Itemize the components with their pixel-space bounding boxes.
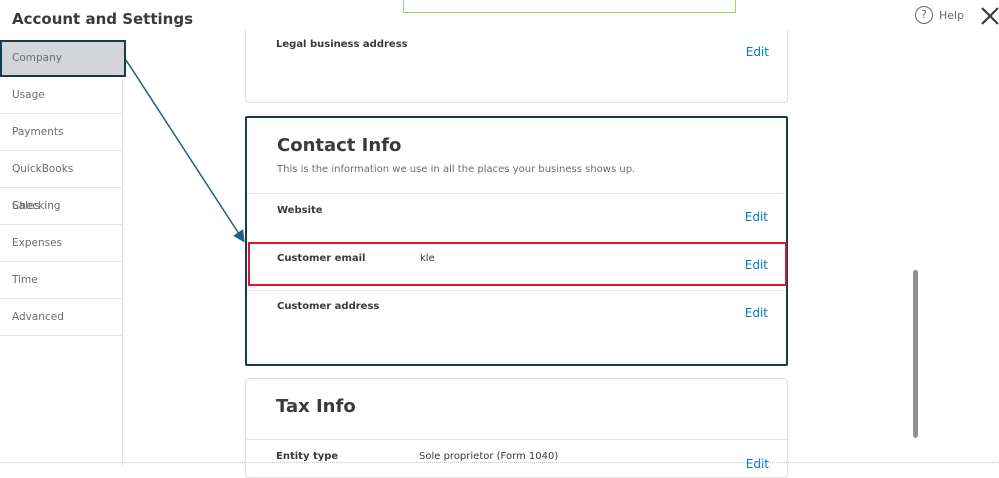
entity-type-label: Entity type bbox=[276, 450, 339, 462]
divider bbox=[246, 439, 787, 440]
legal-address-label: Legal business address bbox=[276, 38, 408, 50]
sidebar-item-quickbooks-checking[interactable]: QuickBooks Checking bbox=[0, 151, 122, 212]
divider bbox=[247, 290, 786, 291]
divider bbox=[247, 193, 786, 194]
contact-info-description: This is the information we use in all th… bbox=[277, 164, 636, 175]
contact-info-title: Contact Info bbox=[277, 135, 402, 156]
customer-address-edit-link[interactable]: Edit bbox=[745, 306, 768, 320]
customer-email-label: Customer email bbox=[277, 252, 366, 264]
entity-type-value: Sole proprietor (Form 1040) bbox=[419, 450, 559, 462]
page-title: Account and Settings bbox=[12, 10, 194, 28]
close-icon[interactable] bbox=[979, 5, 999, 27]
settings-sidebar: Company Usage Payments QuickBooks Checki… bbox=[0, 40, 126, 466]
sidebar-item-sales[interactable]: Sales bbox=[0, 188, 122, 225]
contact-info-card: Contact Info This is the information we … bbox=[245, 116, 788, 366]
website-edit-link[interactable]: Edit bbox=[745, 210, 768, 224]
sidebar-item-company[interactable]: Company bbox=[0, 40, 126, 77]
search-field[interactable] bbox=[403, 0, 736, 13]
tax-info-title: Tax Info bbox=[276, 396, 356, 417]
customer-address-label: Customer address bbox=[277, 300, 380, 312]
sidebar-item-advanced[interactable]: Advanced bbox=[0, 299, 122, 336]
help-label: Help bbox=[939, 8, 965, 22]
scrollbar-thumb[interactable] bbox=[913, 270, 918, 438]
help-button[interactable]: ? Help bbox=[915, 6, 964, 24]
sidebar-item-payments[interactable]: Payments bbox=[0, 114, 122, 151]
customer-email-value: kle bbox=[420, 252, 435, 264]
bottom-edge bbox=[0, 462, 999, 464]
sidebar-item-usage[interactable]: Usage bbox=[0, 77, 122, 114]
sidebar-item-expenses[interactable]: Expenses bbox=[0, 225, 122, 262]
question-circle-icon: ? bbox=[915, 6, 933, 24]
legal-address-edit-link[interactable]: Edit bbox=[746, 45, 769, 59]
website-label: Website bbox=[277, 204, 323, 216]
sidebar-item-time[interactable]: Time bbox=[0, 262, 122, 299]
divider bbox=[247, 242, 786, 243]
legal-address-card: Legal business address Edit bbox=[245, 30, 788, 103]
entity-type-edit-link[interactable]: Edit bbox=[746, 457, 769, 471]
customer-email-edit-link[interactable]: Edit bbox=[745, 258, 768, 272]
